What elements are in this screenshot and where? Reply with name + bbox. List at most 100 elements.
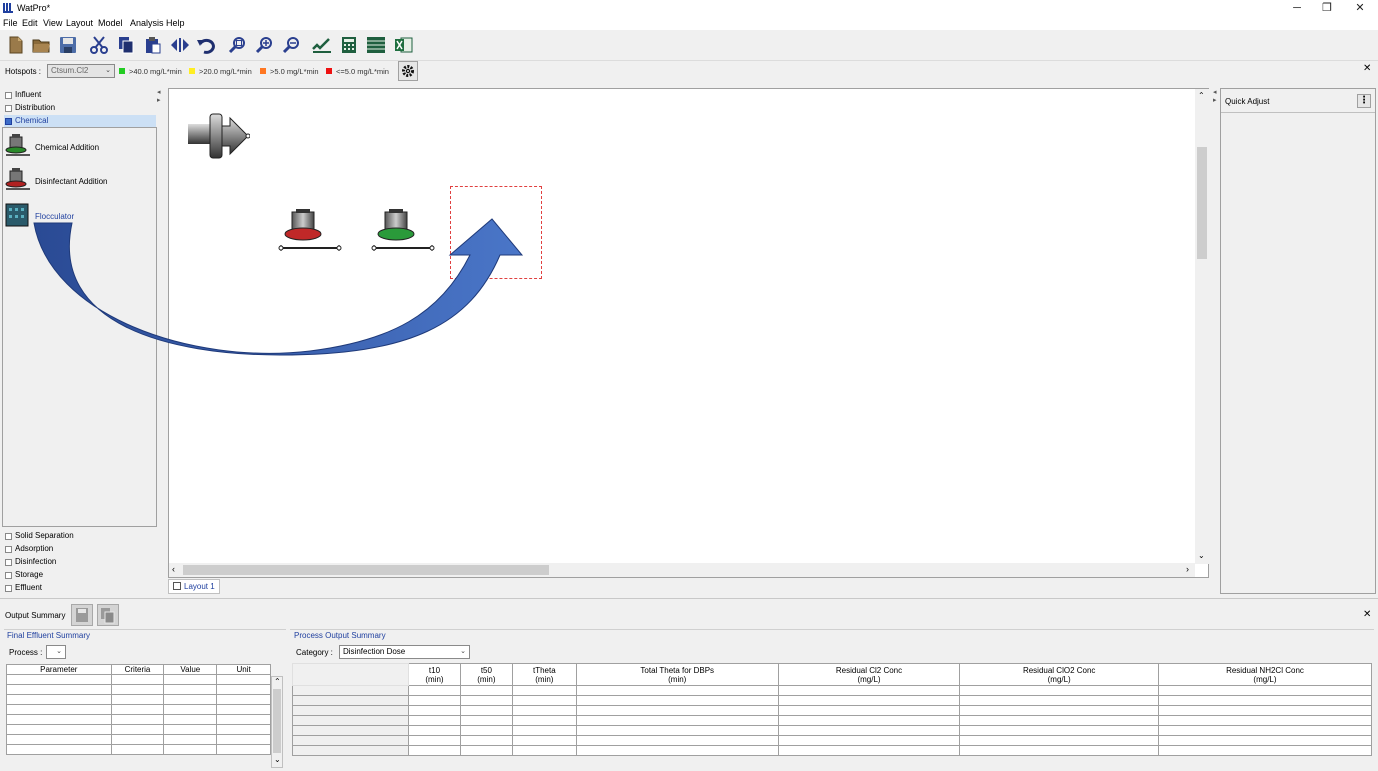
process-select[interactable]: ⌄ [46,645,66,659]
expand-left-icon[interactable]: ▸ [157,96,161,104]
table-row[interactable] [6,734,271,745]
influent-node-icon[interactable] [186,112,250,162]
expand-right-icon[interactable]: ▸ [1213,96,1217,104]
copy-icon[interactable] [116,36,136,54]
col-value: Value [163,664,218,675]
table-row[interactable] [292,715,1373,726]
quick-adjust-menu-button[interactable]: ⋮ [1357,94,1371,108]
horizontal-scroll-thumb[interactable] [183,565,549,575]
table-row[interactable] [6,674,271,685]
col-residual-nh2cl: Residual NH2Cl Conc (mg/L) [1157,663,1373,686]
hotspots-select[interactable]: Ctsum.Cl2 ⌄ [47,64,115,78]
zoom-out-icon[interactable] [282,36,302,54]
category-solid-separation[interactable]: Solid Separation [4,530,156,543]
legend-label-red: <=5.0 mg/L*min [336,67,389,76]
category-influent[interactable]: Influent [4,89,156,102]
chemical-addition-icon [5,134,30,156]
tab-layout-1[interactable]: Layout 1 [168,579,220,594]
scroll-down-icon[interactable]: ⌄ [1198,551,1205,560]
final-table-scrollbar[interactable]: ⌃ ⌄ [271,676,283,768]
menu-view[interactable]: View [43,18,62,28]
table-row[interactable] [6,684,271,695]
chevron-down-icon: ⌄ [460,648,466,655]
palette-item-chemical-addition[interactable]: Chemical Addition [4,133,154,159]
table-row[interactable] [292,705,1373,716]
excel-export-icon[interactable] [394,36,414,54]
save-icon[interactable] [58,36,78,54]
chart-check-icon[interactable] [312,36,332,54]
table-row[interactable] [292,695,1373,706]
chevron-down-icon: ⌄ [56,648,62,655]
zoom-fit-icon[interactable] [228,36,248,54]
palette-item-disinfectant-addition[interactable]: Disinfectant Addition [4,167,154,193]
collapse-left-icon[interactable]: ◂ [157,88,161,96]
minimize-button[interactable]: ─ [1280,0,1314,16]
table-row[interactable] [6,694,271,705]
process-label: Process : [9,648,43,657]
legend-label-yellow: >20.0 mg/L*min [199,67,252,76]
menu-help[interactable]: Help [166,18,185,28]
scroll-up-icon[interactable]: ⌃ [1198,91,1205,100]
category-select[interactable]: Disinfection Dose ⌄ [339,645,470,659]
open-folder-icon[interactable] [31,36,51,54]
menu-edit[interactable]: Edit [22,18,38,28]
close-window-button[interactable]: ✕ [1343,0,1377,16]
final-table-scroll-thumb[interactable] [273,689,281,753]
table-icon[interactable] [366,36,386,54]
col-residual-cl2: Residual Cl2 Conc (mg/L) [777,663,961,686]
tab-label: Layout 1 [184,582,215,591]
category-distribution[interactable]: Distribution [4,102,156,115]
table-row[interactable] [292,735,1373,746]
vertical-scroll-thumb[interactable] [1197,147,1207,259]
undo-icon[interactable] [196,36,216,54]
paste-icon[interactable] [143,36,163,54]
canvas-horizontal-scrollbar[interactable]: ‹ › [169,563,1195,577]
col-t50: t50 (min) [459,663,513,686]
collapse-right-icon[interactable]: ◂ [1213,88,1217,96]
new-file-icon[interactable] [6,36,26,54]
category-disinfection[interactable]: Disinfection [4,556,156,569]
scroll-left-icon[interactable]: ‹ [172,564,175,574]
close-output-button[interactable]: ✕ [1363,609,1371,620]
restore-button[interactable]: ❐ [1310,0,1344,16]
hotspots-label: Hotspots : [5,67,42,76]
drag-arrow [33,218,524,356]
table-row[interactable] [6,724,271,735]
table-row[interactable] [6,744,271,755]
menu-analysis[interactable]: Analysis [130,18,164,28]
legend-swatch-yellow [189,68,195,74]
final-effluent-title: Final Effluent Summary [7,631,90,640]
col-ttheta: tTheta (min) [511,663,577,686]
cut-icon[interactable] [89,36,109,54]
category-effluent[interactable]: Effluent [4,582,156,595]
scroll-up-icon[interactable]: ⌃ [274,677,281,686]
zoom-in-icon[interactable] [255,36,275,54]
save-output-icon[interactable] [71,604,93,626]
category-storage[interactable]: Storage [4,569,156,582]
scroll-right-icon[interactable]: › [1186,564,1189,574]
calculator-icon[interactable] [339,36,359,54]
table-row[interactable] [292,745,1373,756]
table-row[interactable] [6,714,271,725]
legend-swatch-green [119,68,125,74]
menu-file[interactable]: File [3,18,18,28]
menu-layout[interactable]: Layout [66,18,93,28]
row-header-corner [292,663,409,686]
disinfectant-addition-icon [5,168,30,190]
canvas-vertical-scrollbar[interactable]: ⌃ ⌄ [1195,89,1209,564]
output-summary-title: Output Summary [5,611,66,620]
category-adsorption[interactable]: Adsorption [4,543,156,556]
settings-gear-icon[interactable] [398,61,418,81]
table-row[interactable] [292,725,1373,736]
menu-model[interactable]: Model [98,18,123,28]
scroll-down-icon[interactable]: ⌄ [274,755,281,764]
table-row[interactable] [6,704,271,715]
table-row[interactable] [292,685,1373,696]
window-title: WatPro* [17,3,51,13]
menu-bar: File Edit View Layout Model Analysis Hel… [0,16,1378,30]
col-total-theta: Total Theta for DBPs (min) [575,663,779,686]
final-effluent-table: Parameter Criteria Value Unit [6,664,271,755]
copy-output-icon[interactable] [97,604,119,626]
close-hotspots-button[interactable]: ✕ [1363,63,1371,74]
flip-icon[interactable] [170,36,190,54]
